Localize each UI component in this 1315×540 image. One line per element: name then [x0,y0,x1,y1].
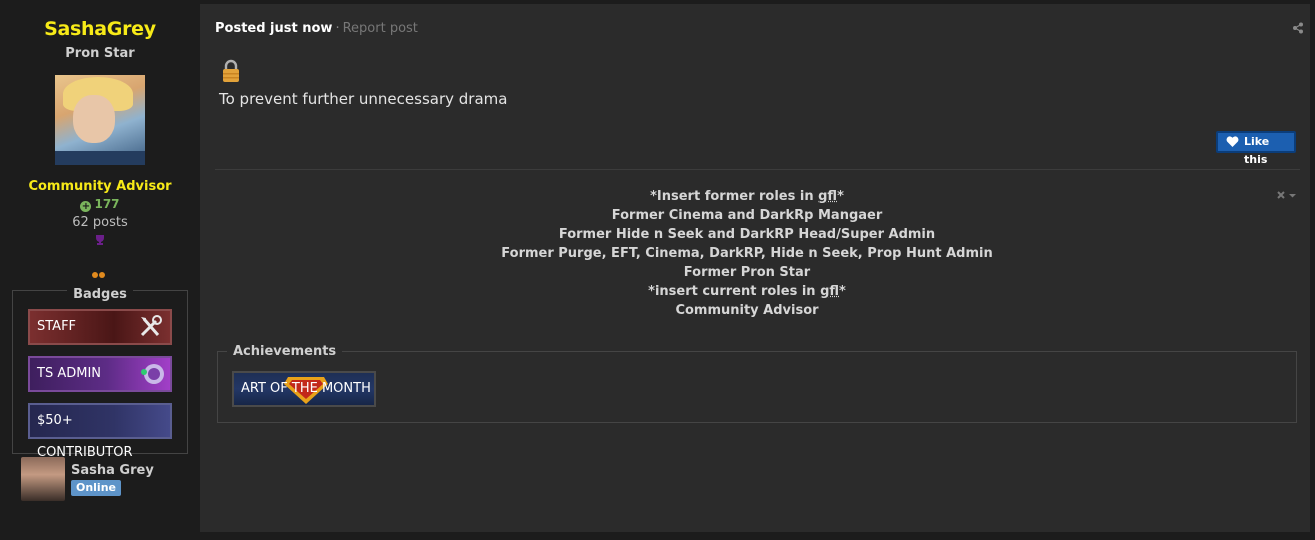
online-status-badge: Online [71,480,121,496]
achievement-badge: ART OF THE MONTH [232,371,376,407]
author-panel: SashaGrey Pron Star Community Advisor +1… [0,0,200,540]
badge-contributor: $50+ CONTRIBUTOR [28,403,172,460]
achievements-label: Achievements [227,344,343,359]
badge-ts-admin: TS ADMIN [28,356,172,392]
signature-line: Former Pron Star [683,265,811,280]
plus-icon: + [80,201,92,212]
linked-name[interactable]: Sasha Grey [71,463,154,478]
signature-line: Former Cinema and DarkRp Mangaer [611,208,883,223]
heart-icon [1226,136,1239,147]
user-title: Pron Star [65,46,135,61]
reputation-count: 177 [94,197,120,211]
trophy-icon [96,235,104,245]
signature-line: *insert current roles in gfl* [648,284,846,299]
username[interactable]: SashaGrey [0,18,200,40]
post-body: Posted just now · Report post To prevent f… [200,4,1310,532]
signature-line: Former Hide n Seek and DarkRP Head/Super… [558,227,936,242]
teamspeak-icon [141,364,164,384]
signature: *Insert former roles in gfl* Former Cine… [400,187,1094,320]
rank-dots-icon [92,263,108,278]
badges-label: Badges [0,283,200,302]
divider [215,169,1300,170]
post-count: 62 posts [72,215,128,230]
post-meta: Posted just now · Report post [215,21,418,36]
share-icon[interactable] [1292,22,1304,34]
signature-options-icon[interactable] [1276,188,1300,202]
user-group: Community Advisor [28,179,172,194]
report-post-link[interactable]: Report post [343,21,418,36]
badge-staff: STAFF [28,309,172,345]
avatar[interactable] [55,75,145,165]
linked-avatar[interactable] [21,457,65,501]
like-button[interactable]: Like this [1216,131,1296,166]
signature-line: Former Purge, EFT, Cinema, DarkRP, Hide … [501,246,993,261]
signature-line: *Insert former roles in gfl* [650,189,844,204]
signature-line: Community Advisor [675,303,819,318]
posted-time[interactable]: Posted just now [215,21,332,36]
achievements-box [217,351,1297,423]
post-text: To prevent further unnecessary drama [219,90,508,108]
reputation: +177 [0,197,200,212]
lock-icon [223,59,239,82]
tools-icon [140,315,162,337]
